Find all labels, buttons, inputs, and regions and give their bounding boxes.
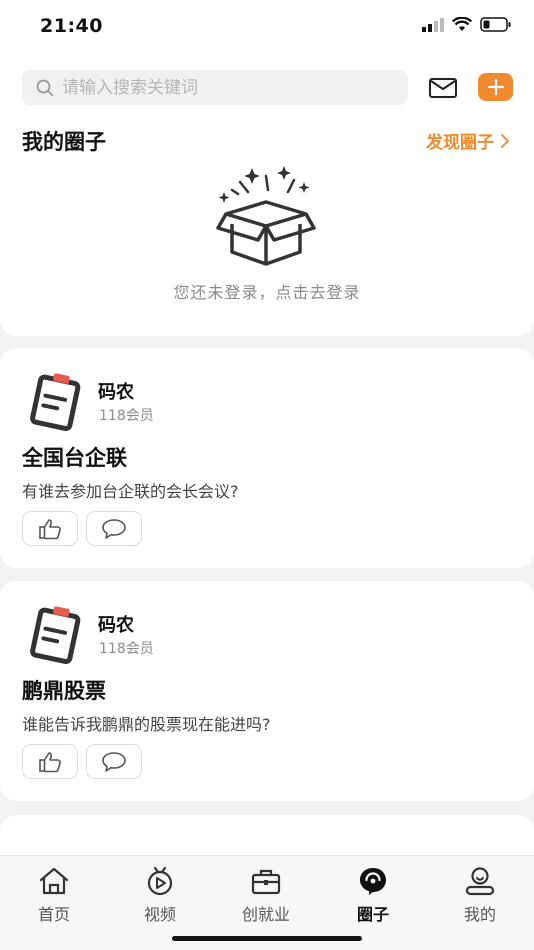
status-bar: 21:40 [0, 0, 534, 54]
post-card[interactable]: 码农 118会员 鹏鼎股票 谁能告诉我鹏鼎的股票现在能进吗? [0, 581, 534, 801]
comment-button[interactable] [86, 511, 142, 546]
video-icon [147, 866, 173, 896]
status-time: 21:40 [40, 15, 103, 37]
member-count: 118会员 [99, 408, 154, 424]
group-name[interactable]: 码农 [98, 378, 134, 404]
post-body[interactable]: 有谁去参加台企联的会长会议? [22, 478, 239, 502]
tab-video[interactable]: 视频 [120, 866, 200, 925]
thumbs-up-icon [39, 518, 61, 539]
section-title: 我的圈子 [22, 130, 106, 154]
empty-box-icon [216, 166, 316, 266]
home-icon [39, 867, 69, 895]
mail-icon [429, 78, 457, 98]
post-card-partial [0, 815, 534, 855]
briefcase-icon [251, 869, 281, 895]
wifi-icon [452, 17, 472, 31]
add-button[interactable] [478, 73, 513, 101]
tab-label: 首页 [37, 905, 70, 924]
search-icon [36, 79, 54, 96]
tab-home[interactable]: 首页 [14, 866, 94, 925]
status-icons [422, 17, 512, 32]
profile-icon [465, 867, 495, 896]
tab-profile[interactable]: 我的 [440, 866, 520, 925]
group-avatar-icon [30, 373, 81, 432]
post-title[interactable]: 鹏鼎股票 [22, 675, 106, 705]
post-card[interactable]: 码农 118会员 全国台企联 有谁去参加台企联的会长会议? [0, 348, 534, 568]
tab-label: 创就业 [241, 905, 290, 924]
discover-circles-link[interactable]: 发现圈子 [426, 128, 510, 153]
discover-label: 发现圈子 [426, 133, 494, 153]
group-name[interactable]: 码农 [98, 611, 134, 637]
chevron-right-icon [501, 133, 510, 148]
battery-icon [480, 17, 511, 32]
tab-label: 我的 [463, 905, 496, 924]
member-count: 118会员 [99, 641, 154, 657]
home-indicator [172, 936, 362, 941]
tab-label: 视频 [143, 905, 176, 924]
comment-icon [102, 518, 126, 539]
my-circles-card: 我的圈子 发现圈子 您还未登录，点击去登录 [0, 54, 534, 336]
tab-employment[interactable]: 创就业 [226, 866, 306, 925]
group-avatar-icon [30, 606, 81, 665]
post-body[interactable]: 谁能告诉我鹏鼎的股票现在能进吗? [22, 711, 271, 735]
circle-icon [360, 868, 386, 895]
like-button[interactable] [22, 511, 78, 546]
search-bar[interactable] [22, 70, 408, 105]
post-title[interactable]: 全国台企联 [22, 442, 127, 472]
mail-button[interactable] [428, 76, 458, 100]
login-hint[interactable]: 您还未登录，点击去登录 [0, 279, 534, 303]
plus-icon [487, 78, 504, 96]
tab-circle[interactable]: 圈子 [333, 866, 413, 925]
thumbs-up-icon [39, 751, 61, 772]
comment-button[interactable] [86, 744, 142, 779]
comment-icon [102, 751, 126, 772]
tab-label: 圈子 [356, 905, 389, 924]
like-button[interactable] [22, 744, 78, 779]
signal-icon [422, 17, 444, 32]
search-input[interactable] [62, 77, 382, 98]
